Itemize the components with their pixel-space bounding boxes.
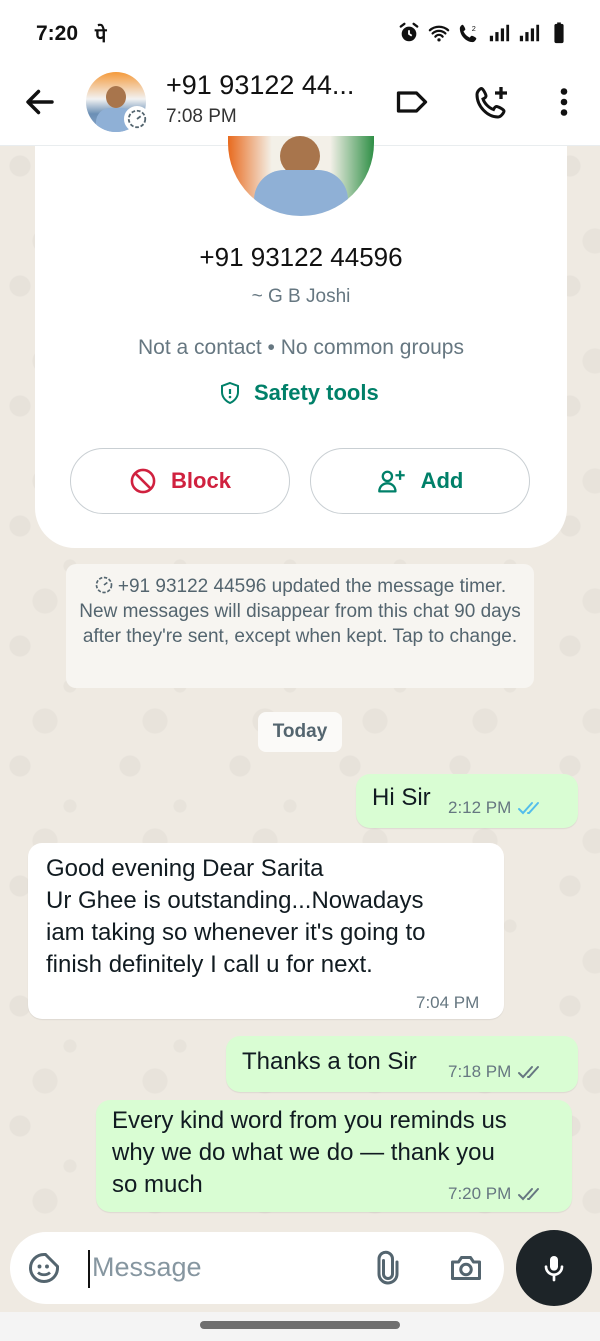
outgoing-message[interactable]: Every kind word from you reminds us why …	[96, 1100, 572, 1212]
wifi-calling-icon: 2	[459, 24, 477, 43]
message-time: 7:04 PM	[416, 993, 480, 1012]
contact-display-name: ~ G B Joshi	[251, 286, 351, 307]
outgoing-message[interactable]: Hi Sir 2:12 PM	[356, 774, 578, 828]
block-label: Block	[171, 468, 231, 493]
date-divider: Today	[258, 712, 342, 752]
message-line: Good evening Dear Sarita	[46, 855, 324, 882]
message-time: 7:20 PM	[448, 1184, 545, 1204]
message-time: 2:12 PM	[448, 798, 545, 818]
double-check-icon	[518, 1066, 540, 1079]
status-icons: 2	[398, 22, 570, 44]
add-call-icon[interactable]	[474, 84, 510, 120]
battery-icon	[554, 22, 564, 44]
message-line: finish definitely I call u for next.	[46, 951, 373, 978]
gesture-handle[interactable]	[200, 1321, 400, 1329]
message-line: iam taking so whenever it's going to	[46, 919, 426, 946]
add-label: Add	[420, 468, 464, 493]
double-check-read-icon	[518, 802, 540, 815]
safety-tools-label: Safety tools	[254, 380, 379, 405]
block-icon	[130, 468, 156, 494]
message-time-label: 7:18 PM	[448, 1062, 512, 1081]
signal-icon	[489, 24, 510, 42]
label-icon[interactable]	[394, 84, 430, 120]
status-bar: 7:20 पे 2	[0, 0, 600, 66]
contact-meta: Not a contact • No common groups	[137, 336, 464, 359]
last-seen-time: 7:08 PM	[166, 106, 237, 127]
safety-tools-link[interactable]: Safety tools	[218, 380, 379, 406]
camera-icon[interactable]	[448, 1250, 484, 1286]
message-composer: Message	[10, 1232, 504, 1304]
outgoing-message[interactable]: Thanks a ton Sir 7:18 PM	[226, 1036, 578, 1092]
mic-button[interactable]	[516, 1230, 592, 1306]
back-arrow-icon[interactable]	[22, 84, 58, 120]
mic-icon	[544, 1256, 564, 1282]
attach-icon[interactable]	[370, 1250, 406, 1286]
message-input[interactable]: Message	[92, 1252, 202, 1283]
add-person-icon	[377, 470, 405, 493]
emoji-sticker-icon[interactable]	[26, 1250, 62, 1286]
contact-phone-number: +91 93122 44596	[199, 242, 403, 272]
message-text: Thanks a ton Sir	[242, 1048, 417, 1075]
status-time: 7:20	[36, 22, 79, 45]
message-time-label: 2:12 PM	[448, 798, 512, 817]
shield-icon	[221, 381, 239, 405]
more-vert-icon[interactable]	[546, 84, 582, 120]
carrier-glyph: पे	[95, 25, 107, 47]
timer-icon	[95, 576, 113, 594]
message-line: Every kind word from you reminds us	[112, 1107, 507, 1134]
profile-photo[interactable]	[228, 136, 374, 216]
wifi-icon	[428, 25, 450, 42]
message-timer-notice[interactable]: +91 93122 44596 updated the message time…	[66, 564, 534, 688]
message-time-label: 7:20 PM	[448, 1184, 512, 1203]
profile-photo-body	[254, 170, 348, 216]
double-check-icon	[518, 1188, 540, 1201]
message-text: Hi Sir	[372, 784, 431, 811]
chat-header: +91 93122 44... 7:08 PM	[0, 66, 600, 146]
add-contact-button[interactable]: Add	[310, 448, 530, 514]
contact-info-card: +91 93122 44596 ~ G B Joshi Not a contac…	[35, 136, 567, 548]
message-time: 7:18 PM	[448, 1062, 545, 1082]
svg-text:2: 2	[472, 24, 476, 33]
message-line: why we do what we do — thank you	[112, 1139, 495, 1166]
message-line: so much	[112, 1171, 203, 1198]
contact-title[interactable]: +91 93122 44...	[166, 70, 354, 101]
message-timer-notice-text: +91 93122 44596 updated the message time…	[79, 576, 521, 647]
disappearing-timer-icon	[124, 106, 150, 132]
alarm-icon	[399, 22, 419, 42]
incoming-message[interactable]: Good evening Dear Sarita Ur Ghee is outs…	[28, 843, 504, 1019]
signal-icon	[519, 24, 540, 42]
text-caret	[88, 1250, 90, 1288]
avatar-face	[106, 86, 126, 108]
message-line: Ur Ghee is outstanding...Nowadays	[46, 887, 424, 914]
block-button[interactable]: Block	[70, 448, 290, 514]
